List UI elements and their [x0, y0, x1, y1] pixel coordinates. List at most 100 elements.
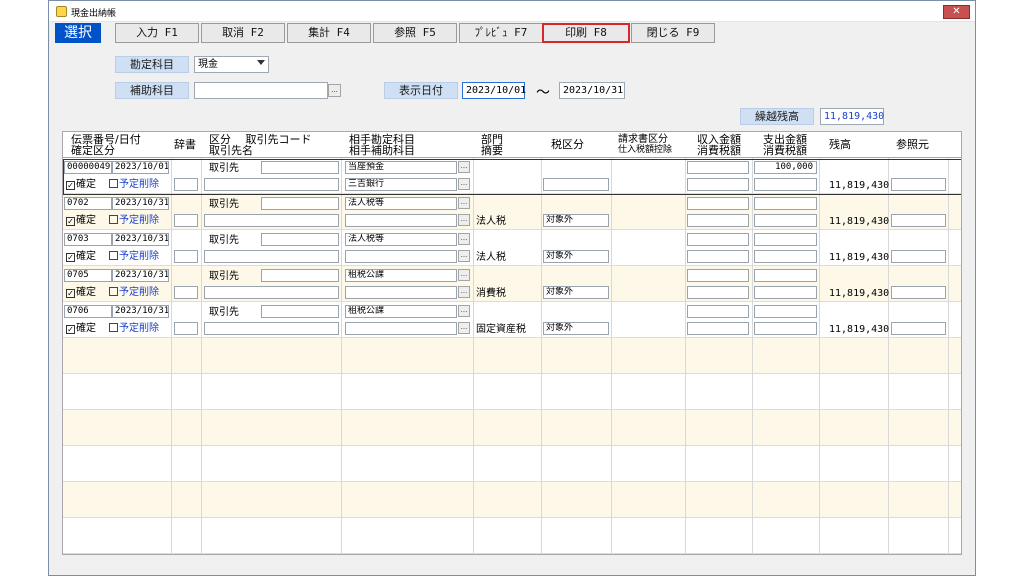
expense-tax-field[interactable]	[754, 214, 817, 227]
checkbox-checked-icon[interactable]: ✓	[66, 325, 75, 334]
dictionary-field[interactable]	[174, 322, 198, 335]
confirm-checkbox[interactable]: ✓ 確定	[66, 287, 96, 298]
account-lookup-button[interactable]: ...	[458, 197, 470, 209]
income-tax-field[interactable]	[687, 214, 749, 227]
dictionary-field[interactable]	[174, 250, 198, 263]
checkbox-checked-icon[interactable]: ✓	[66, 217, 75, 226]
income-amount-field[interactable]	[687, 197, 749, 210]
income-tax-field[interactable]	[687, 322, 749, 335]
sub-account-lookup-button[interactable]: ...	[328, 84, 341, 97]
counter-sub-account-field[interactable]	[345, 286, 457, 299]
counter-sub-account-field[interactable]	[345, 250, 457, 263]
counter-account-field[interactable]: 租税公課	[345, 269, 457, 282]
checkbox-empty-icon[interactable]	[109, 215, 118, 224]
reference-field[interactable]	[891, 214, 946, 227]
slip-number-field[interactable]: 0702	[64, 197, 112, 210]
balance-text: 11,819,430	[829, 216, 890, 227]
type-text: 取引先	[209, 199, 239, 210]
tax-type-field[interactable]: 対象外	[543, 214, 609, 227]
sub-account-lookup-button[interactable]: ...	[458, 286, 470, 298]
reference-field[interactable]	[891, 250, 946, 263]
tax-type-field[interactable]: 対象外	[543, 286, 609, 299]
expense-amount-field[interactable]	[754, 269, 817, 282]
partner-code-field[interactable]	[261, 305, 339, 318]
counter-account-field[interactable]: 租税公課	[345, 305, 457, 318]
reference-f5-button[interactable]: 参照 F5	[373, 23, 457, 43]
slip-number-field[interactable]: 0705	[64, 269, 112, 282]
tax-type-field[interactable]: 対象外	[543, 322, 609, 335]
date-field[interactable]: 2023/10/31	[112, 305, 169, 318]
counter-account-field[interactable]: 法人税等	[345, 197, 457, 210]
select-button[interactable]: 選択	[55, 23, 101, 43]
input-f1-button[interactable]: 入力 F1	[115, 23, 199, 43]
counter-account-field[interactable]: 法人税等	[345, 233, 457, 246]
dictionary-field[interactable]	[174, 214, 198, 227]
partner-code-field[interactable]	[261, 233, 339, 246]
expense-tax-field[interactable]	[754, 322, 817, 335]
slip-number-field[interactable]: 0706	[64, 305, 112, 318]
reference-field[interactable]	[891, 322, 946, 335]
sub-account-label: 補助科目	[115, 82, 189, 99]
expense-tax-field[interactable]	[754, 250, 817, 263]
checkbox-empty-icon[interactable]	[109, 323, 118, 332]
account-lookup-button[interactable]: ...	[458, 305, 470, 317]
slip-number-field[interactable]: 0703	[64, 233, 112, 246]
checkbox-empty-icon[interactable]	[109, 251, 118, 260]
partner-name-field[interactable]	[204, 322, 339, 335]
dictionary-field[interactable]	[174, 286, 198, 299]
confirm-label: 確定	[76, 287, 96, 298]
expense-tax-field[interactable]	[754, 286, 817, 299]
partner-name-field[interactable]	[204, 250, 339, 263]
sub-account-lookup-button[interactable]: ...	[458, 322, 470, 334]
sub-account-lookup-button[interactable]: ...	[458, 214, 470, 226]
close-f9-button[interactable]: 閉じる F9	[631, 23, 715, 43]
expense-amount-field[interactable]	[754, 197, 817, 210]
planned-delete-checkbox[interactable]: 予定削除	[109, 215, 159, 226]
planned-delete-checkbox[interactable]: 予定削除	[109, 287, 159, 298]
sub-account-lookup-button[interactable]: ...	[458, 250, 470, 262]
empty-row	[63, 446, 961, 482]
partner-name-field[interactable]	[204, 286, 339, 299]
planned-delete-checkbox[interactable]: 予定削除	[109, 251, 159, 262]
partner-code-field[interactable]	[261, 197, 339, 210]
date-to-input[interactable]: 2023/10/31	[559, 82, 625, 99]
confirm-checkbox[interactable]: ✓ 確定	[66, 251, 96, 262]
counter-sub-account-field[interactable]	[345, 322, 457, 335]
account-select[interactable]: 現金	[194, 56, 269, 73]
income-amount-field[interactable]	[687, 305, 749, 318]
counter-sub-account-field[interactable]	[345, 214, 457, 227]
checkbox-checked-icon[interactable]: ✓	[66, 289, 75, 298]
close-button[interactable]: ✕	[943, 5, 970, 19]
income-tax-field[interactable]	[687, 286, 749, 299]
planned-delete-label: 予定削除	[119, 251, 159, 262]
header-invoice-type: 請求書区分	[618, 134, 668, 145]
date-field[interactable]: 2023/10/31	[112, 233, 169, 246]
income-tax-field[interactable]	[687, 250, 749, 263]
print-f8-button[interactable]: 印刷 F8	[542, 23, 630, 43]
preview-f7-button[interactable]: ﾌﾟﾚﾋﾞｭ F7	[459, 23, 543, 43]
account-lookup-button[interactable]: ...	[458, 233, 470, 245]
date-field[interactable]: 2023/10/31	[112, 269, 169, 282]
checkbox-empty-icon[interactable]	[109, 287, 118, 296]
income-amount-field[interactable]	[687, 233, 749, 246]
expense-amount-field[interactable]	[754, 233, 817, 246]
sub-account-input[interactable]	[194, 82, 328, 99]
tax-type-field[interactable]: 対象外	[543, 250, 609, 263]
confirm-label: 確定	[76, 323, 96, 334]
confirm-checkbox[interactable]: ✓ 確定	[66, 215, 96, 226]
partner-name-field[interactable]	[204, 214, 339, 227]
reference-field[interactable]	[891, 286, 946, 299]
date-from-input[interactable]: 2023/10/01	[462, 82, 526, 99]
column-divider	[948, 132, 949, 554]
confirm-checkbox[interactable]: ✓ 確定	[66, 323, 96, 334]
expense-amount-field[interactable]	[754, 305, 817, 318]
account-lookup-button[interactable]: ...	[458, 269, 470, 281]
cancel-f2-button[interactable]: 取消 F2	[201, 23, 285, 43]
planned-delete-checkbox[interactable]: 予定削除	[109, 323, 159, 334]
aggregate-f4-button[interactable]: 集計 F4	[287, 23, 371, 43]
type-text: 取引先	[209, 307, 239, 318]
partner-code-field[interactable]	[261, 269, 339, 282]
checkbox-checked-icon[interactable]: ✓	[66, 253, 75, 262]
income-amount-field[interactable]	[687, 269, 749, 282]
date-field[interactable]: 2023/10/31	[112, 197, 169, 210]
